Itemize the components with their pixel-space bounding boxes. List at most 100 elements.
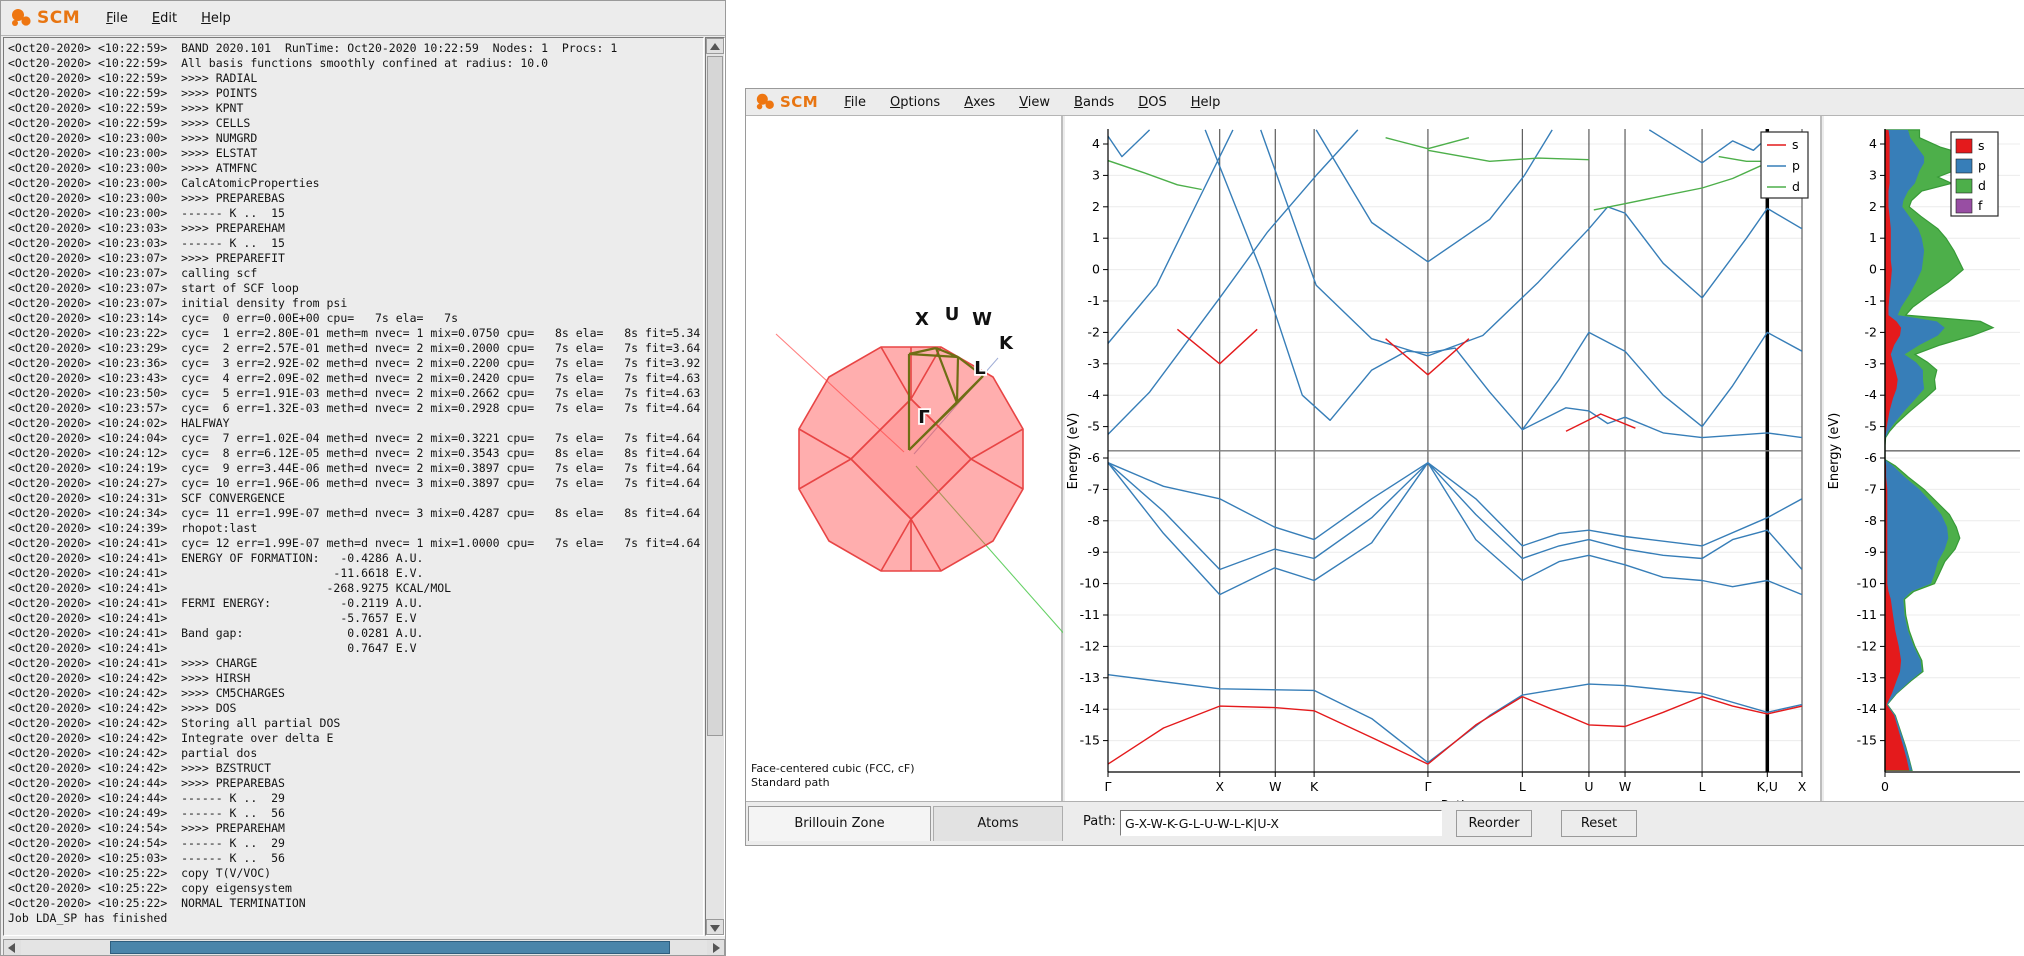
svg-text:-1: -1 xyxy=(1865,293,1877,308)
tab-atoms[interactable]: Atoms xyxy=(933,806,1063,841)
band-menu-bands[interactable]: Bands xyxy=(1074,95,1114,110)
dos-chart: 43210-1-2-3-4-5-6-7-8-9-10-11-12-13-14-1… xyxy=(1824,116,2024,801)
svg-text:-5: -5 xyxy=(1088,419,1100,434)
scroll-down-button[interactable] xyxy=(706,919,724,935)
log-menu-edit[interactable]: Edit xyxy=(152,11,177,26)
reset-button[interactable]: Reset xyxy=(1561,810,1637,837)
svg-text:-4: -4 xyxy=(1865,387,1878,402)
log-horizontal-scrollbar[interactable] xyxy=(3,939,725,956)
path-input[interactable] xyxy=(1120,810,1442,836)
svg-text:-15: -15 xyxy=(1857,733,1877,748)
band-menu-options[interactable]: Options xyxy=(890,95,940,110)
svg-text:-12: -12 xyxy=(1080,638,1100,653)
logfile-window: SCM File Edit Help <Oct20-2020> <10:22:5… xyxy=(0,0,726,956)
down-arrow-icon xyxy=(710,925,720,932)
scm-logo-text: SCM xyxy=(37,8,80,28)
log-menu-file[interactable]: File xyxy=(106,11,128,26)
svg-text:0: 0 xyxy=(1881,779,1889,794)
svg-text:p: p xyxy=(1978,158,1986,173)
svg-text:-1: -1 xyxy=(1088,293,1100,308)
band-menu-file[interactable]: File xyxy=(844,95,866,110)
log-text: <Oct20-2020> <10:22:59> BAND 2020.101 Ru… xyxy=(4,38,703,926)
reorder-button[interactable]: Reorder xyxy=(1456,810,1532,837)
scm-logo-dots-icon xyxy=(9,6,35,30)
scroll-right-button[interactable] xyxy=(707,940,724,955)
tab-brillouin-zone[interactable]: Brillouin Zone xyxy=(748,806,931,841)
svg-text:d: d xyxy=(1792,179,1800,194)
band-structure-plot[interactable]: 43210-1-2-3-4-5-6-7-8-9-10-11-12-13-14-1… xyxy=(1065,116,1822,801)
bandstructure-menubar: SCM File Options Axes View Bands DOS Hel… xyxy=(746,89,2024,116)
svg-text:-10: -10 xyxy=(1857,576,1877,591)
svg-text:-7: -7 xyxy=(1088,481,1100,496)
svg-text:-15: -15 xyxy=(1080,733,1100,748)
svg-text:X: X xyxy=(915,309,929,330)
svg-text:-9: -9 xyxy=(1088,544,1101,559)
svg-text:-11: -11 xyxy=(1857,607,1877,622)
left-arrow-icon xyxy=(8,943,15,953)
svg-text:d: d xyxy=(1978,178,1986,193)
log-vscroll-thumb[interactable] xyxy=(707,56,723,736)
svg-text:Γ: Γ xyxy=(1105,779,1112,794)
scm-logo-icon: SCM xyxy=(9,6,80,30)
up-arrow-icon xyxy=(710,43,720,50)
svg-text:U: U xyxy=(945,304,960,325)
svg-text:-14: -14 xyxy=(1857,701,1877,716)
band-menu-view[interactable]: View xyxy=(1019,95,1050,110)
bz-caption-lattice: Face-centered cubic (FCC, cF) xyxy=(751,762,914,775)
svg-text:-6: -6 xyxy=(1088,450,1101,465)
scm-logo-text: SCM xyxy=(780,93,818,111)
svg-text:-9: -9 xyxy=(1865,544,1878,559)
svg-text:-5: -5 xyxy=(1865,419,1877,434)
svg-text:Γ: Γ xyxy=(1424,779,1431,794)
svg-text:-3: -3 xyxy=(1088,356,1100,371)
log-hscroll-thumb[interactable] xyxy=(110,941,670,954)
svg-text:-8: -8 xyxy=(1088,513,1101,528)
svg-text:1: 1 xyxy=(1869,230,1877,245)
svg-text:L: L xyxy=(1699,779,1706,794)
dos-plot[interactable]: 43210-1-2-3-4-5-6-7-8-9-10-11-12-13-14-1… xyxy=(1824,116,2024,801)
svg-text:0: 0 xyxy=(1092,262,1100,277)
svg-text:3: 3 xyxy=(1092,167,1100,182)
svg-text:Γ: Γ xyxy=(918,407,929,428)
svg-text:-7: -7 xyxy=(1865,481,1877,496)
svg-text:W: W xyxy=(972,309,992,330)
svg-text:3: 3 xyxy=(1869,167,1877,182)
svg-text:-4: -4 xyxy=(1088,387,1101,402)
brillouin-zone-view[interactable]: XUWKL Γ Face-centered cubic (FCC, cF) Sta… xyxy=(746,116,1063,801)
svg-text:p: p xyxy=(1792,158,1800,173)
svg-text:0: 0 xyxy=(1869,262,1877,277)
svg-text:s: s xyxy=(1792,137,1799,152)
scm-logo-icon: SCM xyxy=(754,91,818,113)
bz-caption-path: Standard path xyxy=(751,776,830,789)
log-vertical-scrollbar[interactable] xyxy=(705,37,725,936)
svg-text:-14: -14 xyxy=(1080,701,1100,716)
scroll-left-button[interactable] xyxy=(4,940,21,955)
svg-text:1: 1 xyxy=(1092,230,1100,245)
svg-text:-13: -13 xyxy=(1080,670,1100,685)
svg-text:-3: -3 xyxy=(1865,356,1877,371)
svg-text:U: U xyxy=(1584,779,1593,794)
svg-text:K: K xyxy=(999,333,1014,354)
bandstructure-content: XUWKLΓ Face-centered cubic (FCC, cF) Sta… xyxy=(746,116,2024,801)
svg-text:-13: -13 xyxy=(1857,670,1877,685)
scroll-up-button[interactable] xyxy=(706,38,724,54)
svg-text:L: L xyxy=(974,358,985,379)
log-text-area[interactable]: <Oct20-2020> <10:22:59> BAND 2020.101 Ru… xyxy=(3,37,704,936)
logfile-menubar: SCM File Edit Help xyxy=(1,1,725,36)
svg-text:X: X xyxy=(1215,779,1224,794)
band-structure-chart: 43210-1-2-3-4-5-6-7-8-9-10-11-12-13-14-1… xyxy=(1065,116,1822,801)
band-menu-axes[interactable]: Axes xyxy=(964,95,995,110)
svg-text:-6: -6 xyxy=(1865,450,1878,465)
svg-text:-8: -8 xyxy=(1865,513,1878,528)
svg-text:Energy (eV): Energy (eV) xyxy=(1066,413,1081,490)
band-menu-help[interactable]: Help xyxy=(1191,95,1221,110)
log-menu-help[interactable]: Help xyxy=(201,11,231,26)
svg-text:-12: -12 xyxy=(1857,638,1877,653)
svg-text:-2: -2 xyxy=(1088,324,1100,339)
svg-text:2: 2 xyxy=(1092,199,1100,214)
svg-text:-11: -11 xyxy=(1080,607,1100,622)
brillouin-zone-drawing: XUWKL Γ xyxy=(746,116,1063,801)
svg-text:f: f xyxy=(1978,198,1983,213)
svg-text:4: 4 xyxy=(1869,136,1877,151)
band-menu-dos[interactable]: DOS xyxy=(1138,95,1167,110)
